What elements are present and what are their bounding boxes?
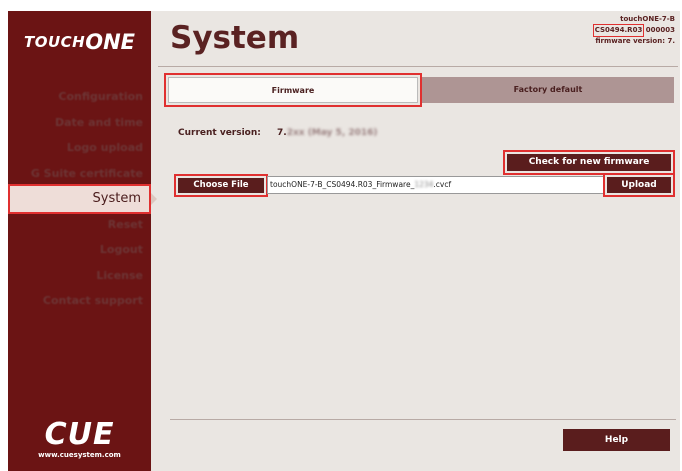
sidebar-nav: Configuration Date and time Logo upload … bbox=[8, 84, 151, 314]
cue-logo-text: CUE bbox=[44, 417, 115, 452]
sidebar: TOUCH ONE Configuration Date and time Log… bbox=[8, 11, 151, 471]
current-version-number: 7. bbox=[277, 128, 287, 138]
device-model-line: CS0494.R03 000003 bbox=[592, 24, 675, 37]
file-name-suffix: .cvcf bbox=[433, 180, 452, 189]
upload-button[interactable]: Upload bbox=[603, 173, 675, 197]
tab-factory-default[interactable]: Factory default bbox=[422, 77, 674, 103]
sidebar-item-date-and-time[interactable]: Date and time bbox=[8, 110, 151, 136]
file-name-prefix: touchONE-7-B_CS0494.R03_Firmware_ bbox=[270, 180, 415, 189]
current-version-label: Current version: bbox=[178, 128, 261, 138]
help-button[interactable]: Help bbox=[563, 429, 670, 451]
device-serial: 000003 bbox=[645, 26, 675, 34]
sidebar-item-gsuite-certificate[interactable]: G Suite certificate bbox=[8, 161, 151, 187]
tab-firmware[interactable]: Firmware bbox=[164, 73, 422, 107]
active-item-arrow-icon bbox=[151, 193, 157, 205]
sidebar-item-logo-upload[interactable]: Logo upload bbox=[8, 135, 151, 161]
firmware-version-info: firmware version: 7. bbox=[595, 37, 675, 45]
device-model-code: CS0494.R03 bbox=[592, 24, 645, 37]
device-name: touchONE-7-B bbox=[620, 15, 675, 23]
file-name-field[interactable]: touchONE-7-B_CS0494.R03_Firmware_1234.cv… bbox=[267, 176, 605, 194]
sidebar-item-logout[interactable]: Logout bbox=[8, 237, 151, 263]
check-firmware-button[interactable]: Check for new firmware bbox=[503, 150, 675, 175]
header-divider bbox=[158, 66, 678, 67]
cue-url: www.cuesystem.com bbox=[38, 451, 121, 459]
sidebar-item-configuration[interactable]: Configuration bbox=[8, 84, 151, 110]
sidebar-item-license[interactable]: License bbox=[8, 263, 151, 289]
sidebar-item-contact-support[interactable]: Contact support bbox=[8, 288, 151, 314]
device-info: touchONE-7-B CS0494.R03 000003 firmware … bbox=[592, 14, 675, 47]
app-frame: TOUCH ONE Configuration Date and time Log… bbox=[8, 11, 680, 471]
logo-one-text: ONE bbox=[85, 30, 135, 54]
file-name-redacted: 1234 bbox=[414, 180, 434, 189]
cue-logo: CUE www.cuesystem.com bbox=[8, 417, 151, 460]
touchone-logo: TOUCH ONE bbox=[8, 11, 151, 73]
sidebar-item-system[interactable]: System bbox=[8, 184, 151, 214]
page-title: System bbox=[170, 20, 300, 56]
sidebar-item-reset[interactable]: Reset bbox=[8, 212, 151, 238]
footer-divider bbox=[170, 419, 676, 420]
current-version-value: 7.2xx (May 5, 2016) bbox=[277, 128, 378, 138]
logo-touch-text: TOUCH bbox=[23, 33, 86, 51]
current-version-redacted: 2xx (May 5, 2016) bbox=[286, 128, 378, 138]
choose-file-button[interactable]: Choose File bbox=[174, 174, 268, 197]
